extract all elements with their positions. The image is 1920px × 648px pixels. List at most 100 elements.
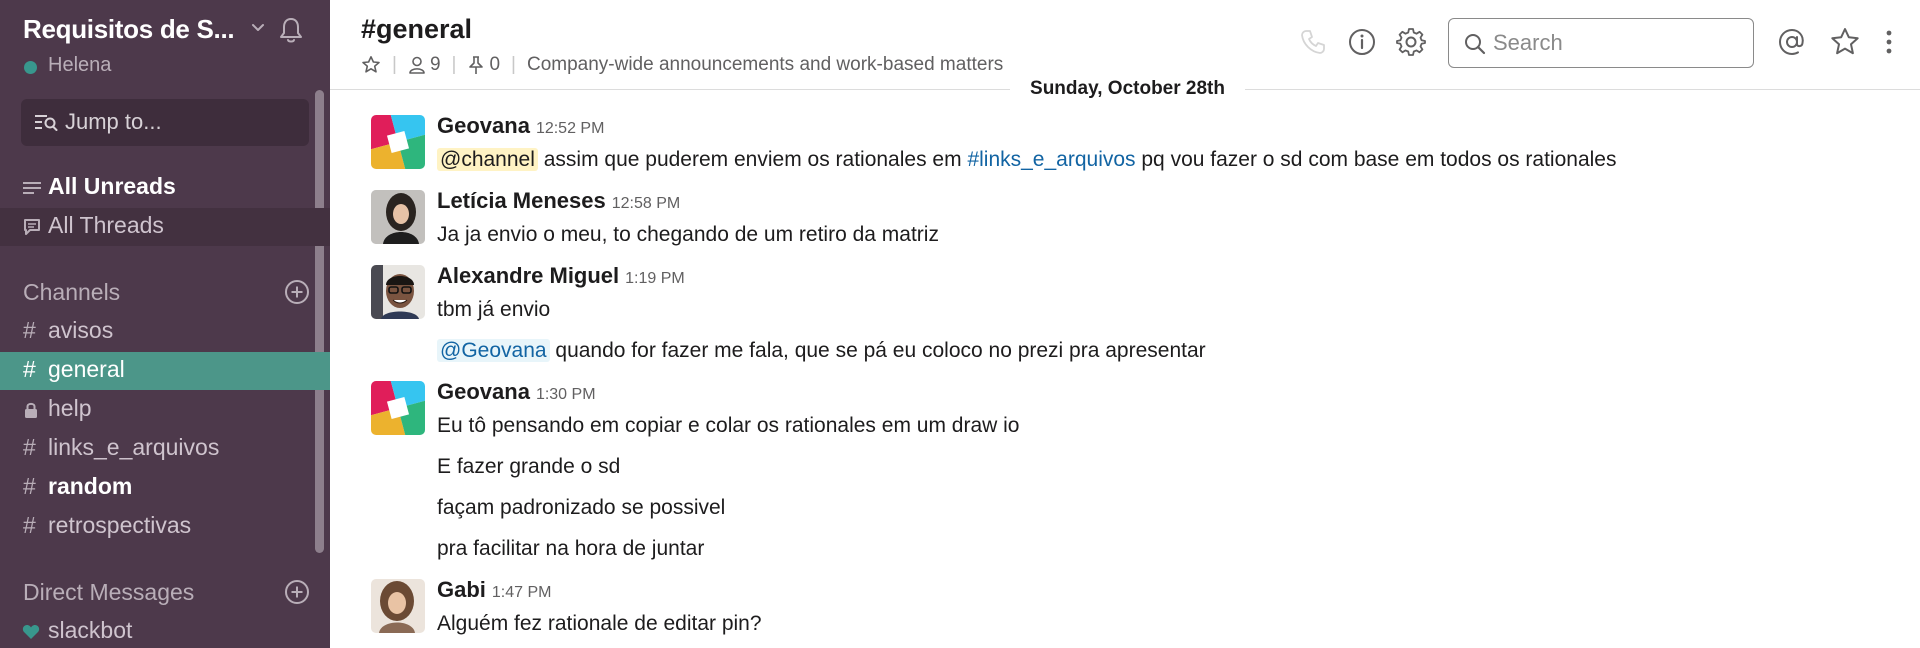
message-text: Alguém fez rationale de editar pin? bbox=[437, 612, 762, 635]
sidebar-item-label: general bbox=[48, 356, 125, 382]
channels-section-title[interactable]: Channels bbox=[23, 279, 120, 306]
heart-icon bbox=[22, 625, 40, 639]
date-divider[interactable]: Sunday, October 28th bbox=[1010, 78, 1245, 100]
sidebar-item-random[interactable]: # random bbox=[0, 469, 330, 507]
team-name[interactable]: Requisitos de S... bbox=[23, 14, 235, 45]
threads-icon bbox=[24, 219, 40, 235]
lock-icon bbox=[25, 402, 37, 418]
message-text: tbm já envio bbox=[437, 298, 551, 321]
message-author[interactable]: Letícia Meneses 12:58 PM bbox=[437, 188, 680, 214]
message-text: @Geovana quando for fazer me fala, que s… bbox=[437, 339, 1206, 363]
message-timestamp[interactable]: 1:30 PM bbox=[536, 386, 596, 403]
message-author[interactable]: Geovana 1:30 PM bbox=[437, 379, 596, 405]
pin-icon[interactable] bbox=[467, 55, 485, 75]
search-box[interactable] bbox=[1448, 18, 1754, 68]
add-dm-icon[interactable] bbox=[284, 579, 310, 605]
more-options-icon[interactable] bbox=[1873, 26, 1905, 58]
sidebar-item-all-unreads[interactable]: All Unreads bbox=[0, 169, 330, 207]
hash-icon: # bbox=[23, 512, 36, 538]
author-name[interactable]: Geovana bbox=[437, 379, 530, 404]
sidebar-item-label: All Threads bbox=[48, 212, 164, 238]
channel-meta: | 9 | 0 | Company-wide announcements and… bbox=[361, 53, 1003, 77]
pinned-count[interactable]: 0 bbox=[489, 54, 500, 76]
message-text-part: pq vou fazer o sd com base em todos os r… bbox=[1135, 148, 1617, 171]
message-text: façam padronizado se possivel bbox=[437, 496, 726, 519]
phone-icon[interactable] bbox=[1297, 26, 1329, 58]
author-name[interactable]: Letícia Meneses bbox=[437, 188, 606, 213]
date-divider-line bbox=[330, 89, 1010, 90]
slack-logo-avatar bbox=[371, 115, 425, 169]
avatar-alexandre-miguel[interactable] bbox=[371, 265, 425, 319]
user-photo-avatar bbox=[371, 579, 425, 633]
info-icon[interactable] bbox=[1346, 26, 1378, 58]
message-text-part: quando for fazer me fala, que se pá eu c… bbox=[549, 339, 1206, 362]
search-icon bbox=[1465, 34, 1486, 55]
sidebar-item-label: random bbox=[48, 473, 133, 499]
message-author[interactable]: Alexandre Miguel 1:19 PM bbox=[437, 263, 685, 289]
user-photo-avatar bbox=[371, 265, 425, 319]
members-icon[interactable] bbox=[408, 55, 426, 75]
gear-icon[interactable] bbox=[1395, 26, 1427, 58]
hash-icon: # bbox=[23, 356, 36, 382]
jump-to-button[interactable]: Jump to... bbox=[21, 99, 309, 146]
avatar-geovana[interactable] bbox=[371, 381, 425, 435]
message-text: Ja ja envio o meu, to chegando de um ret… bbox=[437, 223, 939, 246]
channel-title[interactable]: #general bbox=[361, 14, 472, 45]
presence-dot bbox=[24, 61, 37, 74]
jump-to-icon bbox=[35, 115, 58, 131]
channel-mention[interactable]: @channel bbox=[437, 148, 538, 171]
message-text: E fazer grande o sd bbox=[437, 455, 621, 478]
sidebar-item-retrospectivas[interactable]: # retrospectivas bbox=[0, 508, 330, 546]
sidebar-item-all-threads[interactable]: All Threads bbox=[0, 208, 330, 246]
hash-icon: # bbox=[23, 317, 36, 343]
message-text: Eu tô pensando em copiar e colar os rati… bbox=[437, 414, 1020, 437]
mentions-icon[interactable] bbox=[1776, 26, 1808, 58]
message-author[interactable]: Gabi 1:47 PM bbox=[437, 577, 552, 603]
sidebar-item-label: links_e_arquivos bbox=[48, 434, 220, 460]
author-name[interactable]: Geovana bbox=[437, 113, 530, 138]
sidebar: Requisitos de S... Helena Jump to... All… bbox=[0, 0, 330, 648]
jump-to-label: Jump to... bbox=[65, 109, 162, 134]
meta-separator: | bbox=[451, 54, 457, 75]
slack-logo-avatar bbox=[371, 381, 425, 435]
sidebar-item-links-e-arquivos[interactable]: # links_e_arquivos bbox=[0, 430, 330, 468]
channel-link[interactable]: #links_e_arquivos bbox=[967, 148, 1135, 171]
search-input[interactable] bbox=[1493, 28, 1743, 58]
sidebar-item-avisos[interactable]: # avisos bbox=[0, 313, 330, 351]
message-timestamp[interactable]: 12:52 PM bbox=[536, 120, 604, 137]
user-photo-avatar bbox=[371, 190, 425, 244]
sidebar-item-help[interactable]: help bbox=[0, 391, 330, 429]
sidebar-item-slackbot[interactable]: slackbot bbox=[0, 613, 330, 648]
user-name[interactable]: Helena bbox=[48, 54, 111, 77]
message-text: pra facilitar na hora de juntar bbox=[437, 537, 705, 560]
sidebar-item-label: All Unreads bbox=[48, 173, 176, 199]
message-text-part: assim que puderem enviem os rationales e… bbox=[537, 148, 968, 171]
message-timestamp[interactable]: 12:58 PM bbox=[612, 195, 680, 212]
chevron-down-icon[interactable] bbox=[248, 18, 268, 38]
sidebar-item-general[interactable]: # general bbox=[0, 352, 330, 390]
avatar-gabi[interactable] bbox=[371, 579, 425, 633]
avatar-leticia-meneses[interactable] bbox=[371, 190, 425, 244]
message-timestamp[interactable]: 1:19 PM bbox=[625, 270, 685, 287]
message-timestamp[interactable]: 1:47 PM bbox=[492, 584, 552, 601]
member-count[interactable]: 9 bbox=[430, 54, 441, 76]
star-icon[interactable] bbox=[361, 55, 381, 75]
sidebar-item-label: slackbot bbox=[48, 617, 133, 643]
meta-separator: | bbox=[511, 54, 516, 75]
bell-icon[interactable] bbox=[275, 14, 307, 46]
starred-icon[interactable] bbox=[1829, 26, 1861, 58]
avatar-geovana[interactable] bbox=[371, 115, 425, 169]
message-author[interactable]: Geovana 12:52 PM bbox=[437, 113, 604, 139]
user-mention[interactable]: @Geovana bbox=[437, 339, 550, 362]
channel-topic[interactable]: Company-wide announcements and work-base… bbox=[527, 54, 1003, 76]
sidebar-item-label: help bbox=[48, 395, 92, 421]
hash-icon: # bbox=[23, 473, 36, 499]
author-name[interactable]: Alexandre Miguel bbox=[437, 263, 619, 288]
meta-separator: | bbox=[392, 54, 397, 75]
add-channel-icon[interactable] bbox=[284, 279, 310, 305]
dm-section-title[interactable]: Direct Messages bbox=[23, 579, 194, 606]
hash-icon: # bbox=[23, 434, 36, 460]
sidebar-item-label: avisos bbox=[48, 317, 114, 343]
message-text: @channel assim que puderem enviem os rat… bbox=[437, 148, 1616, 172]
author-name[interactable]: Gabi bbox=[437, 577, 486, 602]
